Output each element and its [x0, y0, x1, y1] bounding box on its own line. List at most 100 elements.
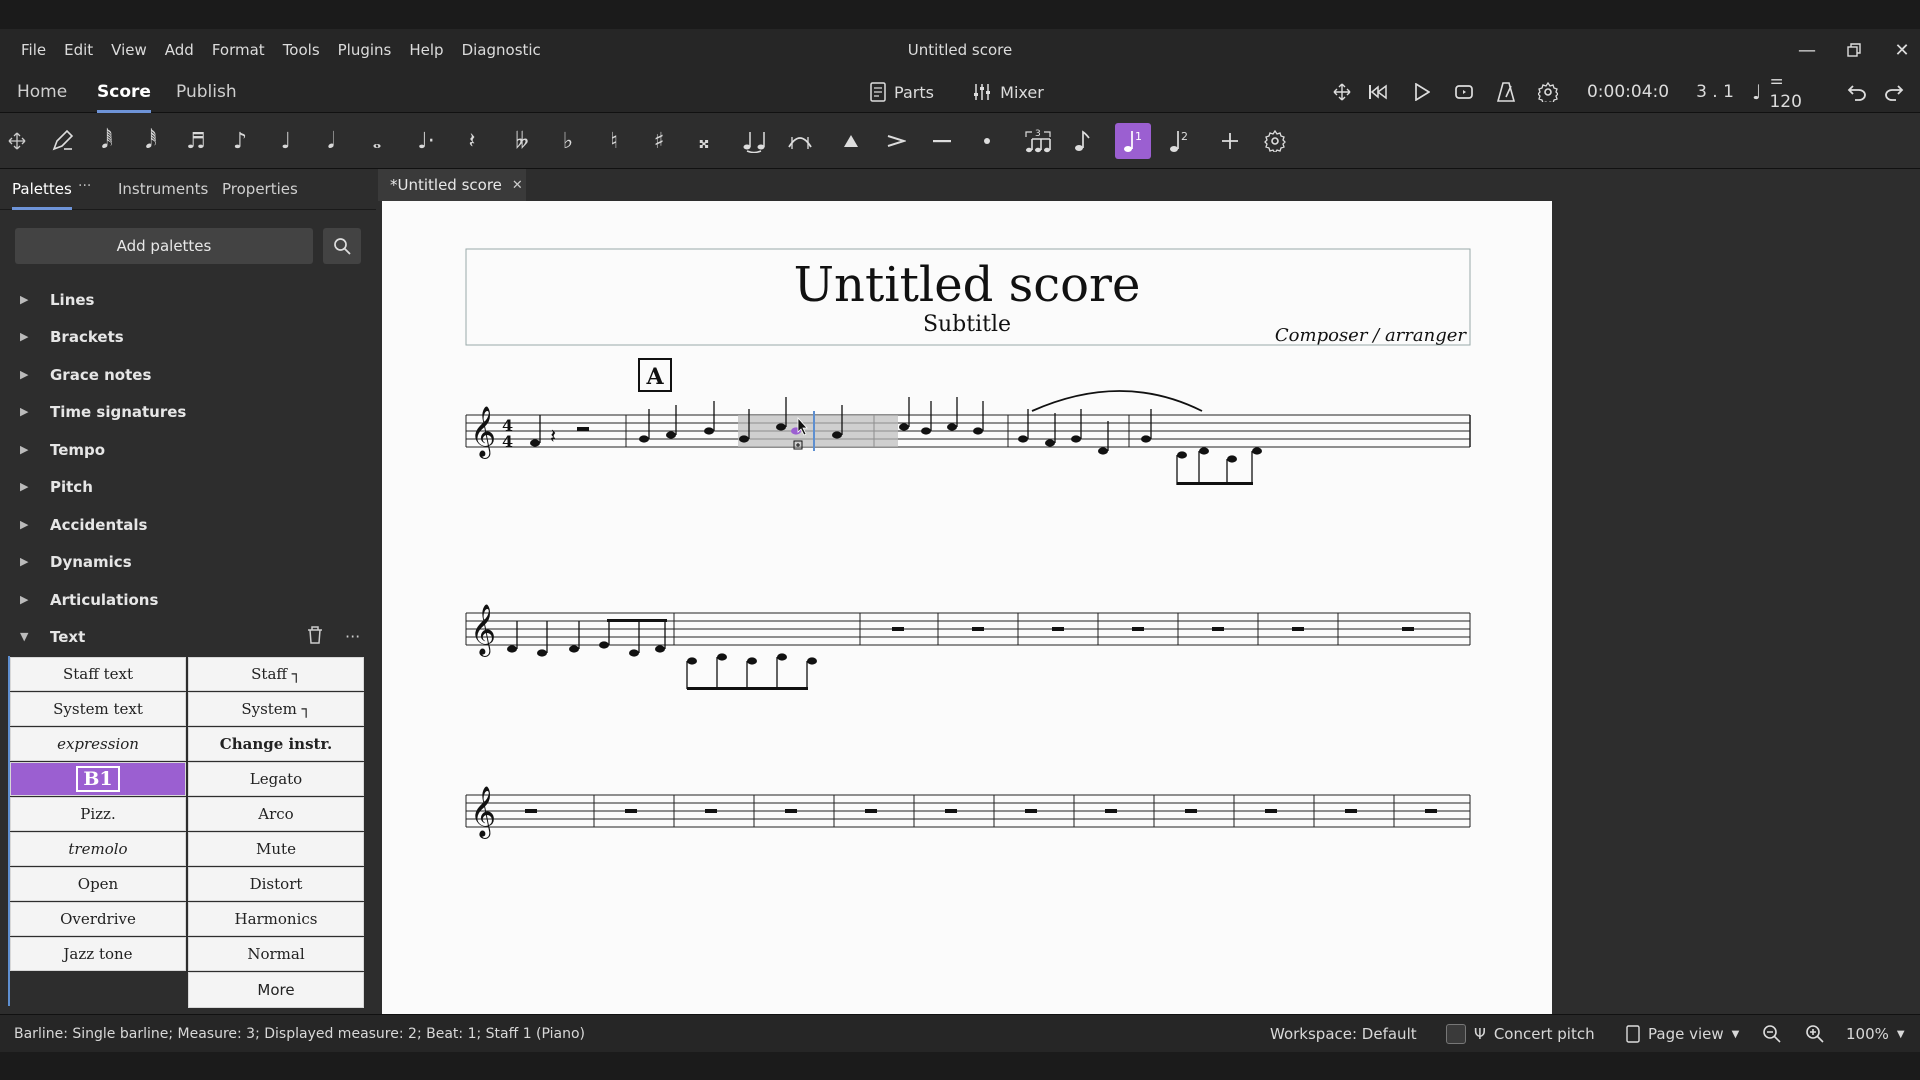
flip-direction-icon[interactable] — [1065, 123, 1101, 159]
palette-cell-distort[interactable]: Distort — [188, 867, 364, 901]
palette-grace-notes[interactable]: ▶ Grace notes — [0, 356, 376, 393]
palette-cell-normal[interactable]: Normal — [188, 937, 364, 971]
parts-button[interactable]: Parts — [866, 77, 938, 107]
panel-options-icon[interactable]: ··· — [78, 178, 94, 198]
palette-cell-staff-text[interactable]: Staff text — [10, 657, 186, 691]
palette-options-icon[interactable]: ··· — [345, 627, 367, 647]
palette-dynamics[interactable]: ▶ Dynamics — [0, 543, 376, 580]
tenuto-icon[interactable] — [924, 123, 960, 159]
marcato-icon[interactable] — [833, 123, 869, 159]
palette-cell-mute[interactable]: Mute — [188, 832, 364, 866]
rewind-icon[interactable] — [1364, 77, 1392, 107]
menu-edit[interactable]: Edit — [55, 29, 102, 71]
toolbar-handle-icon[interactable] — [0, 123, 34, 159]
palette-cell-system[interactable]: System ┐ — [188, 692, 364, 726]
close-icon[interactable]: ✕ — [1888, 37, 1916, 63]
customize-toolbar-icon[interactable] — [1257, 123, 1293, 159]
menu-plugins[interactable]: Plugins — [329, 29, 401, 71]
palette-lines[interactable]: ▶ Lines — [0, 281, 376, 318]
palette-cell-tremolo[interactable]: tremolo — [10, 832, 186, 866]
palette-time-signatures[interactable]: ▶ Time signatures — [0, 393, 376, 430]
whole-note-icon[interactable]: 𝅝 — [359, 123, 395, 159]
slur-icon[interactable] — [782, 123, 818, 159]
32nd-note-icon[interactable]: 𝅘𝅥𝅱 — [133, 123, 169, 159]
palette-cell-change-instrument[interactable]: Change instr. — [188, 727, 364, 761]
drag-handle-icon[interactable] — [1330, 77, 1354, 107]
palette-cell-expression[interactable]: expression — [10, 727, 186, 761]
tab-publish[interactable]: Publish — [176, 71, 237, 113]
double-flat-icon[interactable]: 𝄫 — [504, 123, 540, 159]
tuplet-icon[interactable]: 3 — [1020, 123, 1056, 159]
score-tab[interactable]: *Untitled score ✕ — [378, 169, 526, 201]
add-icon[interactable] — [1212, 123, 1248, 159]
tab-properties[interactable]: Properties — [222, 169, 298, 210]
metronome-icon[interactable] — [1492, 77, 1520, 107]
concert-pitch-toggle[interactable]: Ψ Concert pitch — [1446, 1021, 1595, 1047]
tab-score[interactable]: Score — [97, 71, 151, 113]
menu-view[interactable]: View — [102, 29, 156, 71]
palette-cell-system-text[interactable]: System text — [10, 692, 186, 726]
palette-cell-arco[interactable]: Arco — [188, 797, 364, 831]
tie-icon[interactable] — [736, 123, 772, 159]
delete-palette-icon[interactable] — [306, 625, 328, 647]
palette-cell-overdrive[interactable]: Overdrive — [10, 902, 186, 936]
eighth-note-icon[interactable]: ♪ — [222, 123, 258, 159]
tab-instruments[interactable]: Instruments — [118, 169, 208, 210]
palette-cell-jazz-tone[interactable]: Jazz tone — [10, 937, 186, 971]
default-input-icon[interactable] — [44, 123, 80, 159]
play-icon[interactable] — [1408, 77, 1436, 107]
palette-cell-pizz[interactable]: Pizz. — [10, 797, 186, 831]
search-palettes-button[interactable] — [323, 228, 361, 264]
half-note-icon[interactable]: 𝅘𝅥 — [313, 123, 349, 159]
accent-icon[interactable] — [878, 123, 914, 159]
redo-icon[interactable] — [1880, 77, 1908, 107]
workspace-selector[interactable]: Workspace: Default — [1270, 1021, 1417, 1047]
close-tab-icon[interactable]: ✕ — [512, 178, 523, 193]
rest-icon[interactable]: 𝄽 — [454, 123, 490, 159]
tempo-display[interactable]: ♩ = 120 — [1752, 72, 1816, 112]
palette-cell-legato[interactable]: Legato — [188, 762, 364, 796]
zoom-in-icon[interactable] — [1805, 1021, 1825, 1047]
voice-2-icon[interactable]: 2 — [1161, 123, 1197, 159]
restore-icon[interactable] — [1840, 37, 1868, 63]
score-notation[interactable]: Untitled score Subtitle Composer / arran… — [382, 201, 1552, 1014]
menu-add[interactable]: Add — [156, 29, 203, 71]
page-view-selector[interactable]: Page view ▼ — [1626, 1021, 1739, 1047]
mixer-button[interactable]: Mixer — [968, 77, 1048, 107]
palette-cell-harmonics[interactable]: Harmonics — [188, 902, 364, 936]
undo-icon[interactable] — [1843, 77, 1871, 107]
quarter-note-input-icon[interactable]: ♩ — [268, 123, 304, 159]
natural-icon[interactable]: ♮ — [596, 123, 632, 159]
augmentation-dot-icon[interactable]: ♩· — [408, 123, 444, 159]
menu-format[interactable]: Format — [203, 29, 274, 71]
palette-accidentals[interactable]: ▶ Accidentals — [0, 506, 376, 543]
64th-note-icon[interactable]: 𝅘𝅥𝅲 — [89, 123, 125, 159]
score-page[interactable]: Untitled score Subtitle Composer / arran… — [382, 201, 1552, 1014]
palette-brackets[interactable]: ▶ Brackets — [0, 318, 376, 355]
loop-icon[interactable] — [1450, 77, 1478, 107]
flat-icon[interactable]: ♭ — [550, 123, 586, 159]
16th-note-icon[interactable]: ♬ — [178, 123, 214, 159]
palette-pitch[interactable]: ▶ Pitch — [0, 468, 376, 505]
sharp-icon[interactable]: ♯ — [641, 123, 677, 159]
palette-articulations[interactable]: ▶ Articulations — [0, 581, 376, 618]
palette-cell-rehearsal-mark[interactable]: B1 — [10, 762, 186, 796]
palette-tempo[interactable]: ▶ Tempo — [0, 431, 376, 468]
menu-tools[interactable]: Tools — [274, 29, 329, 71]
add-palettes-button[interactable]: Add palettes — [15, 228, 313, 264]
menu-file[interactable]: File — [12, 29, 55, 71]
menu-diagnostic[interactable]: Diagnostic — [453, 29, 550, 71]
palette-cell-staff[interactable]: Staff ┐ — [188, 657, 364, 691]
menu-help[interactable]: Help — [400, 29, 452, 71]
palette-more-button[interactable]: More — [188, 972, 364, 1008]
tab-home[interactable]: Home — [17, 71, 67, 113]
minimize-icon[interactable]: — — [1793, 37, 1821, 63]
voice-1-icon[interactable]: 1 — [1115, 123, 1151, 159]
zoom-out-icon[interactable] — [1762, 1021, 1782, 1047]
double-sharp-icon[interactable]: 𝄪 — [686, 123, 722, 159]
zoom-level-selector[interactable]: 100% ▼ — [1846, 1021, 1905, 1047]
staccato-icon[interactable] — [969, 123, 1005, 159]
palette-cell-open[interactable]: Open — [10, 867, 186, 901]
tab-palettes[interactable]: Palettes — [12, 169, 72, 210]
playback-settings-icon[interactable] — [1534, 77, 1562, 107]
